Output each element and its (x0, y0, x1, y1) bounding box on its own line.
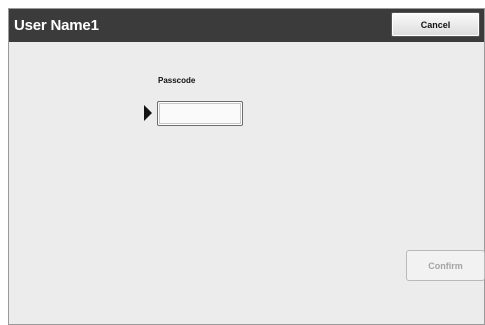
pointer-triangle-icon (144, 105, 152, 121)
confirm-button[interactable]: Confirm (406, 250, 485, 281)
page-title: User Name1 (14, 17, 99, 34)
passcode-input[interactable] (157, 101, 243, 126)
passcode-screen: User Name1 Cancel Passcode Confirm (8, 8, 485, 325)
cancel-button[interactable]: Cancel (391, 12, 480, 37)
passcode-label: Passcode (158, 76, 196, 85)
title-bar: User Name1 Cancel (9, 9, 484, 42)
